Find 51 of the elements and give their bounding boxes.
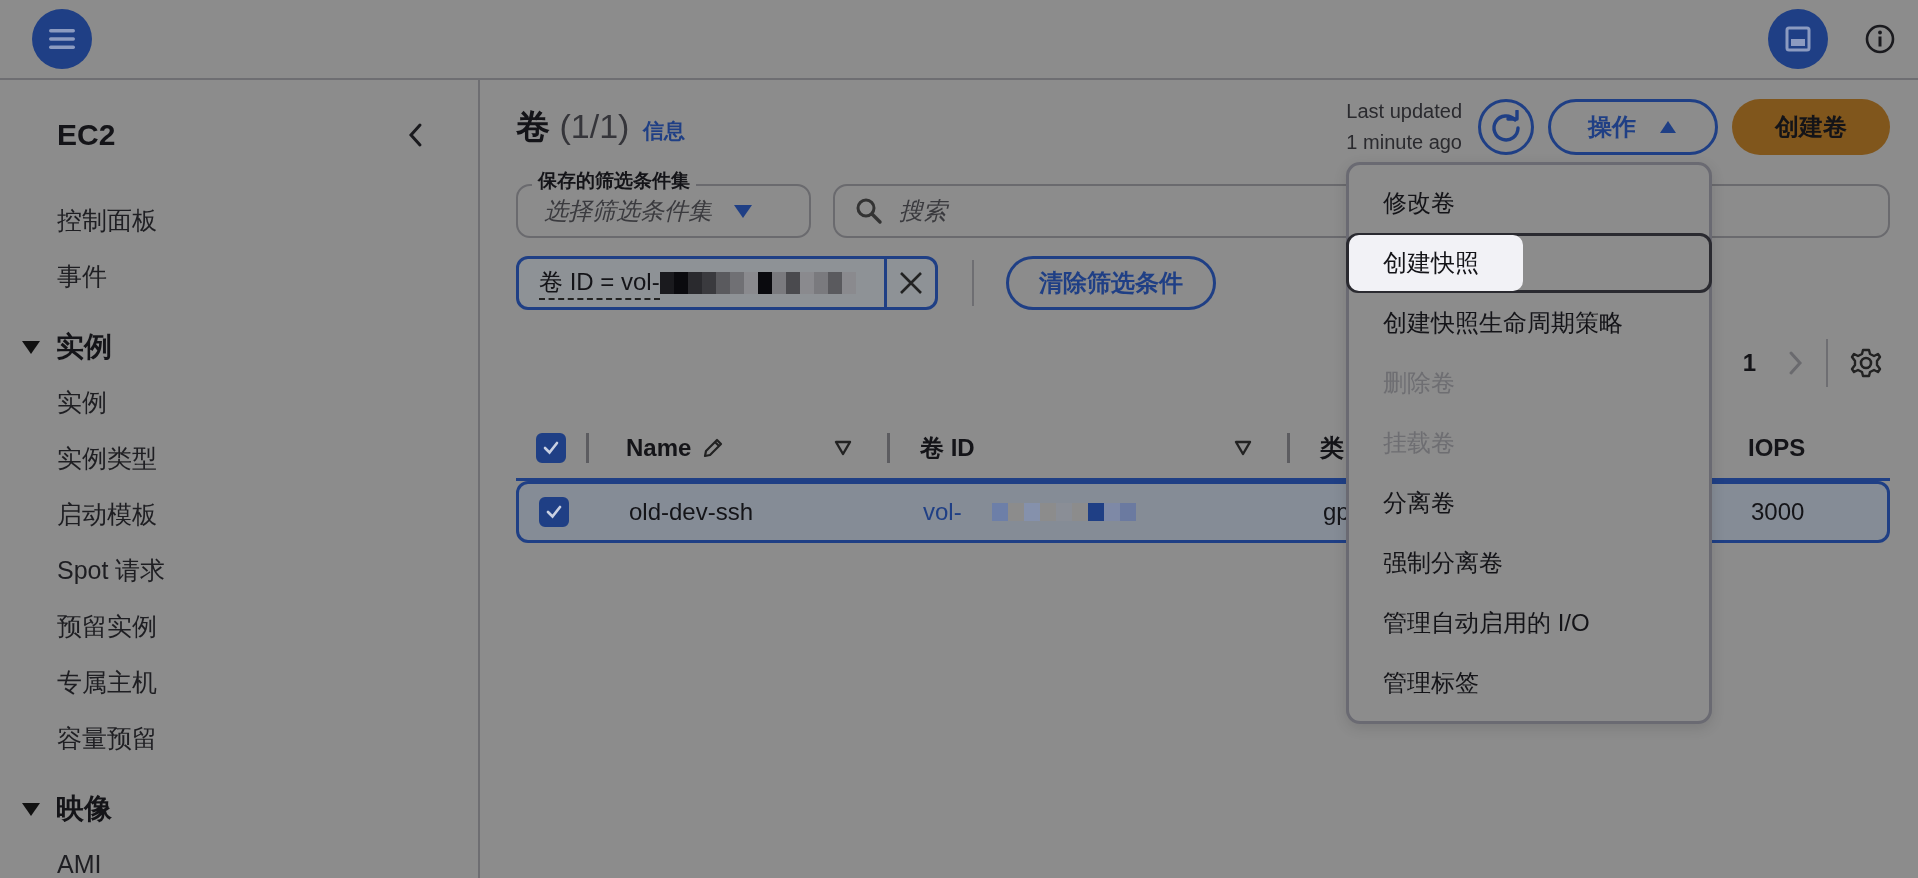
caret-icon xyxy=(20,338,42,356)
filter-icon[interactable] xyxy=(1233,439,1253,457)
menu-item[interactable]: 管理标签 xyxy=(1346,653,1712,713)
menu-item[interactable]: 管理自动启用的 I/O xyxy=(1346,593,1712,653)
menu-item[interactable]: 创建快照生命周期策略 xyxy=(1346,293,1712,353)
info-icon[interactable] xyxy=(1864,23,1896,55)
nav-link[interactable]: AMI xyxy=(0,836,102,878)
column-header[interactable]: 卷 ID xyxy=(920,432,975,464)
menu-item[interactable]: 修改卷 xyxy=(1346,173,1712,233)
create-volume-button[interactable]: 创建卷 xyxy=(1732,99,1890,155)
sidebar-title: EC2 xyxy=(57,118,116,152)
page-number[interactable]: 1 xyxy=(1742,349,1756,377)
search-icon xyxy=(855,197,883,225)
close-icon xyxy=(898,270,924,296)
column-header[interactable]: Name xyxy=(626,434,692,462)
filter-icon[interactable] xyxy=(833,439,853,457)
nav-link[interactable]: 专属主机 xyxy=(0,654,157,710)
refresh-icon xyxy=(1489,110,1523,144)
menu-button[interactable] xyxy=(32,9,92,69)
last-updated-text: Last updated 1 minute ago xyxy=(1346,99,1462,155)
nav-link[interactable]: 预留实例 xyxy=(0,598,157,654)
column-header[interactable]: 类 xyxy=(1320,432,1344,464)
nav-link[interactable]: 实例 xyxy=(0,374,107,430)
column-header[interactable]: IOPS xyxy=(1748,434,1806,462)
nav-link[interactable]: 容量预留 xyxy=(0,710,157,766)
select-all-checkbox[interactable] xyxy=(536,433,566,463)
volume-id-link[interactable]: vol- xyxy=(923,498,962,526)
table-cell: 3000 xyxy=(1751,498,1805,526)
row-checkbox[interactable] xyxy=(539,497,569,527)
caret-icon xyxy=(732,202,754,220)
nav-link[interactable]: 实例类型 xyxy=(0,430,157,486)
caret-icon xyxy=(20,800,42,818)
refresh-button[interactable] xyxy=(1478,99,1534,155)
clear-filters-button[interactable]: 清除筛选条件 xyxy=(1006,256,1216,310)
info-link[interactable]: 信息 xyxy=(643,117,686,145)
nav-section[interactable]: 映像 xyxy=(0,782,478,836)
nav-link[interactable]: 事件 xyxy=(0,248,107,304)
caret-icon xyxy=(1658,119,1678,135)
table-cell: old-dev-ssh xyxy=(629,498,754,526)
filter-token[interactable]: 卷 ID = vol- xyxy=(516,256,938,310)
panel-toggle-button[interactable] xyxy=(1768,9,1828,69)
settings-icon[interactable] xyxy=(1850,347,1882,379)
page-title: 卷 (1/1) xyxy=(516,106,630,147)
menu-icon xyxy=(47,27,77,51)
nav-section[interactable]: 实例 xyxy=(0,320,478,374)
nav-link[interactable]: 控制面板 xyxy=(0,192,157,248)
menu-item[interactable]: 创建快照 xyxy=(1346,233,1712,293)
actions-dropdown-button[interactable]: 操作 xyxy=(1548,99,1718,155)
nav-link[interactable]: Spot 请求 xyxy=(0,542,166,598)
nav-link[interactable]: 启动模板 xyxy=(0,486,157,542)
panel-icon xyxy=(1784,25,1812,53)
